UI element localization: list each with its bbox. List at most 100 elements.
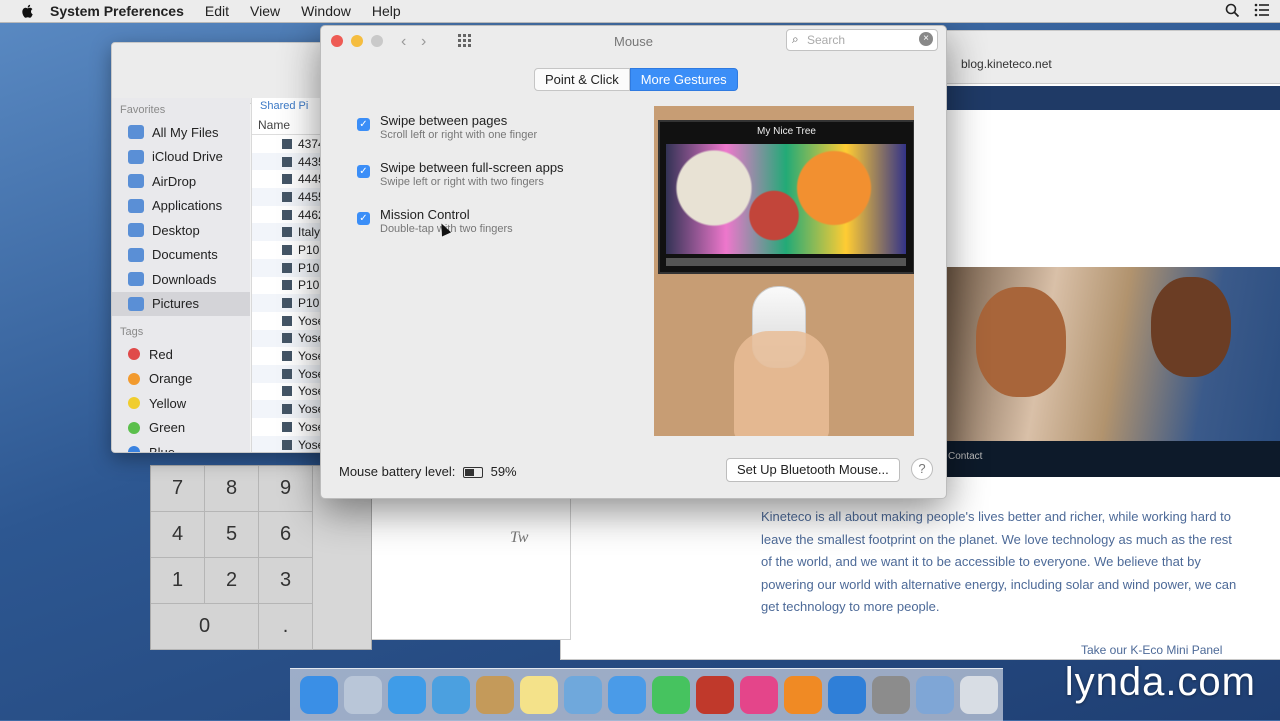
file-icon [282, 439, 292, 450]
tag-dot-icon [128, 348, 140, 361]
swipe-pages-checkbox[interactable]: ✓ [357, 118, 370, 131]
sidebar-item-label: Documents [152, 247, 218, 263]
menu-view[interactable]: View [250, 3, 280, 19]
cta-link[interactable]: Take our K-Eco Mini Panel [1081, 643, 1222, 657]
finder-icon[interactable] [300, 676, 338, 714]
sidebar-item-icloud-drive[interactable]: iCloud Drive [112, 145, 250, 170]
mail-icon[interactable] [432, 676, 470, 714]
trash-icon[interactable] [960, 676, 998, 714]
calc-key-3[interactable]: 3 [259, 558, 313, 604]
option-swipe-between-pages: ✓ Swipe between pages Scroll left or rig… [357, 113, 537, 141]
system-preferences-icon[interactable] [872, 676, 910, 714]
menu-window[interactable]: Window [301, 3, 351, 19]
tab-point-and-click[interactable]: Point & Click [534, 68, 630, 91]
calc-key-6[interactable]: 6 [259, 512, 313, 558]
search-icon: ⌕ [792, 32, 799, 46]
option-sublabel[interactable]: Scroll left or right with one finger [380, 129, 537, 141]
mission-control-checkbox[interactable]: ✓ [357, 212, 370, 225]
facetime-icon[interactable] [652, 676, 690, 714]
sidebar-tag-orange[interactable]: Orange [112, 367, 250, 392]
calc-key-8[interactable]: 8 [205, 466, 259, 512]
battery-label: Mouse battery level: [339, 464, 456, 479]
spotlight-icon[interactable] [1225, 3, 1240, 18]
preview-page-title: My Nice Tree [757, 126, 816, 137]
tag-label: Yellow [149, 395, 187, 411]
dock [290, 668, 1003, 721]
sidebar-item-all-my-files[interactable]: All My Files [112, 120, 250, 145]
swipe-apps-checkbox[interactable]: ✓ [357, 165, 370, 178]
contacts-icon[interactable] [476, 676, 514, 714]
app-store-icon[interactable] [828, 676, 866, 714]
tag-dot-icon [128, 446, 140, 452]
calc-key-9[interactable]: 9 [259, 466, 313, 512]
sidebar-tag-blue[interactable]: Blue [112, 440, 250, 452]
sidebar-item-label: iCloud Drive [152, 149, 223, 165]
search-placeholder: Search [807, 33, 846, 47]
battery-status: Mouse battery level: 59% [339, 464, 517, 479]
site-header-banner [946, 86, 1280, 110]
apple-icon[interactable] [20, 3, 36, 19]
sidebar-item-documents[interactable]: Documents [112, 243, 250, 268]
menu-help[interactable]: Help [372, 3, 401, 19]
question-icon[interactable]: ? [911, 458, 933, 480]
setup-bluetooth-mouse-button[interactable]: Set Up Bluetooth Mouse... [726, 458, 900, 482]
notification-center-icon[interactable] [1254, 3, 1270, 17]
sidebar-tag-green[interactable]: Green [112, 416, 250, 441]
search-field[interactable]: ⌕ Search × [786, 29, 938, 51]
file-name: P10 [298, 278, 320, 293]
preview-icon[interactable] [564, 676, 602, 714]
sidebar-item-airdrop[interactable]: AirDrop [112, 169, 250, 194]
calc-key-1[interactable]: 1 [151, 558, 205, 604]
messages-icon[interactable] [608, 676, 646, 714]
sidebar-tag-red[interactable]: Red [112, 342, 250, 367]
file-icon [282, 156, 292, 167]
menu-edit[interactable]: Edit [205, 3, 229, 19]
file-icon [282, 262, 292, 273]
notes-icon[interactable] [520, 676, 558, 714]
ibooks-icon[interactable] [784, 676, 822, 714]
itunes-icon[interactable] [740, 676, 778, 714]
sidebar-item-label: Downloads [152, 271, 217, 287]
prefs-tabs: Point & Click More Gestures [534, 68, 738, 91]
sidebar-tag-yellow[interactable]: Yellow [112, 391, 250, 416]
launchpad-icon[interactable] [344, 676, 382, 714]
calc-key-decimal[interactable]: . [259, 604, 313, 650]
downloads-stack-icon[interactable] [916, 676, 954, 714]
calc-key-5[interactable]: 5 [205, 512, 259, 558]
sidebar-item-label: Applications [152, 198, 223, 214]
tag-dot-icon [128, 372, 140, 385]
photo-booth-icon[interactable] [696, 676, 734, 714]
airdrop-icon [128, 174, 144, 189]
menu-app-name[interactable]: System Preferences [50, 3, 184, 19]
clear-search-icon[interactable]: × [919, 32, 933, 46]
sidebar-item-label: Desktop [152, 222, 200, 238]
sidebar-item-downloads[interactable]: Downloads [112, 267, 250, 292]
cloud-icon [128, 149, 144, 164]
document-window: Tw [369, 498, 571, 640]
preview-artwork [666, 144, 906, 254]
calc-key-2[interactable]: 2 [205, 558, 259, 604]
option-label: Swipe between full-screen apps [380, 160, 564, 175]
file-name: P10 [298, 296, 320, 311]
option-swipe-full-screen-apps: ✓ Swipe between full-screen apps Swipe l… [357, 160, 564, 188]
sidebar-item-applications[interactable]: Applications [112, 194, 250, 219]
calc-key-4[interactable]: 4 [151, 512, 205, 558]
tab-more-gestures[interactable]: More Gestures [629, 68, 738, 91]
file-icon [282, 368, 292, 379]
all-files-icon [128, 125, 144, 140]
calc-key-7[interactable]: 7 [151, 466, 205, 512]
calc-key-0[interactable]: 0 [151, 604, 259, 650]
option-sublabel[interactable]: Swipe left or right with two fingers [380, 176, 564, 188]
file-icon [282, 333, 292, 344]
file-icon [282, 298, 292, 309]
tag-label: Green [149, 420, 186, 436]
menu-bar: System Preferences Edit View Window Help [0, 0, 1280, 23]
file-icon [282, 191, 292, 202]
safari-icon[interactable] [388, 676, 426, 714]
document-text: Tw [510, 529, 529, 546]
mouse-preferences-window: ‹ › Mouse ⌕ Search × Point & Click More … [320, 25, 947, 499]
sidebar-item-desktop[interactable]: Desktop [112, 218, 250, 243]
documents-icon [128, 247, 144, 262]
browser-url[interactable]: blog.kineteco.net [961, 57, 1052, 71]
sidebar-item-pictures[interactable]: Pictures [112, 291, 250, 316]
